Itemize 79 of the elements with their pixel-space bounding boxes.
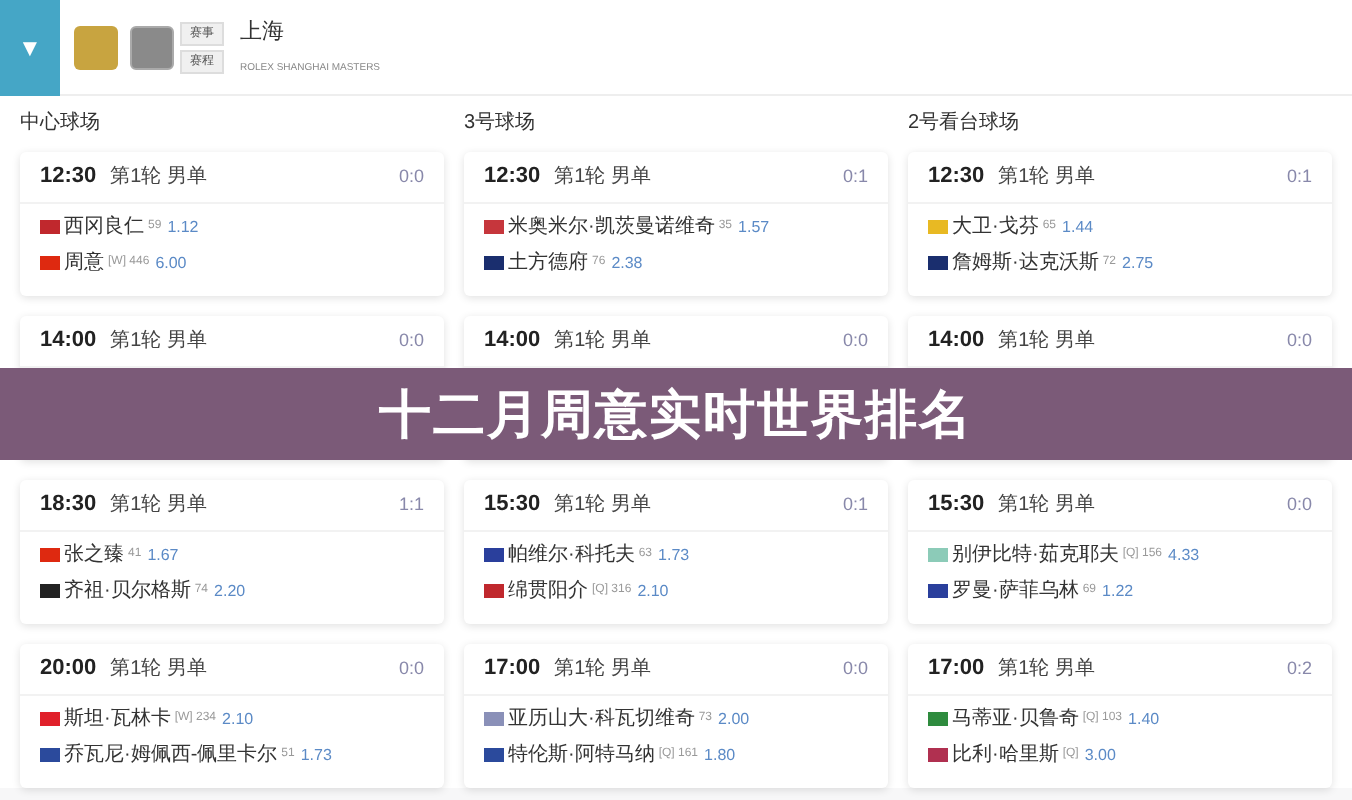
match-score: 0:2 (1286, 655, 1312, 682)
betting-odds: 6.00 (155, 251, 187, 275)
betting-odds: 2.10 (637, 579, 669, 603)
player-name: 大卫·戈芬 (952, 213, 1039, 242)
match-score: 0:0 (1286, 327, 1312, 354)
match-round: 第1轮 男单 (998, 655, 1095, 684)
match-round: 第1轮 男单 (998, 163, 1095, 192)
match-score: 0:0 (398, 327, 424, 354)
player-name: 张之臻 (64, 541, 124, 570)
player-name: 周意 (64, 249, 104, 278)
match-score: 0:0 (842, 655, 868, 682)
tournament-title: 上海 (240, 17, 286, 46)
player-name: 比利·哈里斯 (952, 741, 1059, 770)
match-score: 0:0 (1286, 491, 1312, 518)
betting-odds: 2.20 (214, 579, 246, 603)
betting-odds: 2.10 (222, 707, 254, 731)
betting-odds: 1.73 (658, 543, 690, 567)
match-round: 第1轮 男单 (554, 163, 651, 192)
match-time: 14:00 (928, 326, 985, 357)
match-round: 第1轮 男单 (110, 491, 207, 520)
match-round: 第1轮 男单 (998, 327, 1095, 356)
match-round: 第1轮 男单 (554, 655, 651, 684)
match-round: 第1轮 男单 (554, 491, 651, 520)
match-time: 12:30 (40, 162, 97, 193)
match-time: 15:30 (928, 490, 985, 521)
player-name: 土方德府 (508, 249, 588, 278)
match-score: 0:0 (398, 163, 424, 190)
banner-title: 十二月周意实时世界排名 (379, 381, 973, 447)
player-name: 西冈良仁 (64, 213, 144, 242)
match-time: 18:30 (40, 490, 97, 521)
match-round: 第1轮 男单 (110, 327, 207, 356)
match-score: 1:1 (398, 491, 424, 518)
player-name: 斯坦·瓦林卡 (64, 705, 171, 734)
match-time: 14:00 (484, 326, 541, 357)
betting-odds: 2.75 (1122, 251, 1154, 275)
match-time: 20:00 (40, 654, 97, 685)
betting-odds: 1.80 (704, 743, 736, 767)
betting-odds: 1.57 (738, 215, 770, 239)
court-heading: 中心球场 (20, 109, 102, 138)
match-time: 14:00 (40, 326, 97, 357)
betting-odds: 1.40 (1128, 707, 1160, 731)
betting-odds: 1.12 (167, 215, 199, 239)
match-round: 第1轮 男单 (110, 655, 207, 684)
match-round: 第1轮 男单 (998, 491, 1095, 520)
match-score: 0:0 (398, 655, 424, 682)
match-round: 第1轮 男单 (554, 327, 651, 356)
betting-odds: 1.22 (1102, 579, 1134, 603)
player-name: 米奥米尔·凯茨曼诺维奇 (508, 213, 715, 242)
match-time: 17:00 (928, 654, 985, 685)
match-time: 15:30 (484, 490, 541, 521)
player-name: 帕维尔·科托夫 (508, 541, 635, 570)
match-time: 12:30 (928, 162, 985, 193)
match-score: 0:1 (1286, 163, 1312, 190)
match-round: 第1轮 男单 (110, 163, 207, 192)
court-heading: 2号看台球场 (908, 109, 1022, 138)
logo-icon (130, 25, 174, 69)
player-name: 特伦斯·阿特马纳 (508, 741, 655, 770)
player-name: 乔瓦尼·姆佩西-佩里卡尔 (64, 741, 278, 770)
player-name: 齐祖·贝尔格斯 (64, 577, 191, 606)
court-heading: 3号球场 (464, 109, 538, 138)
player-name: 亚历山大·科瓦切维奇 (508, 705, 695, 734)
match-score: 0:1 (842, 163, 868, 190)
logo-icon (74, 25, 118, 69)
player-name: 马蒂亚·贝鲁奇 (952, 705, 1079, 734)
match-time: 17:00 (484, 654, 541, 685)
betting-odds: 4.33 (1168, 543, 1200, 567)
betting-odds: 2.00 (718, 707, 750, 731)
betting-odds: 1.67 (147, 543, 179, 567)
player-name: 罗曼·萨菲乌林 (952, 577, 1079, 606)
betting-odds: 3.00 (1084, 743, 1116, 767)
match-score: 0:1 (842, 491, 868, 518)
betting-odds: 2.38 (611, 251, 643, 275)
match-score: 0:0 (842, 327, 868, 354)
match-time: 12:30 (484, 162, 541, 193)
player-name: 詹姆斯·达克沃斯 (952, 249, 1099, 278)
player-name: 绵贯阳介 (508, 578, 588, 606)
betting-odds: 1.73 (300, 743, 332, 767)
player-name: 别伊比特·茹克耶夫 (952, 541, 1119, 570)
betting-odds: 1.44 (1062, 215, 1094, 239)
